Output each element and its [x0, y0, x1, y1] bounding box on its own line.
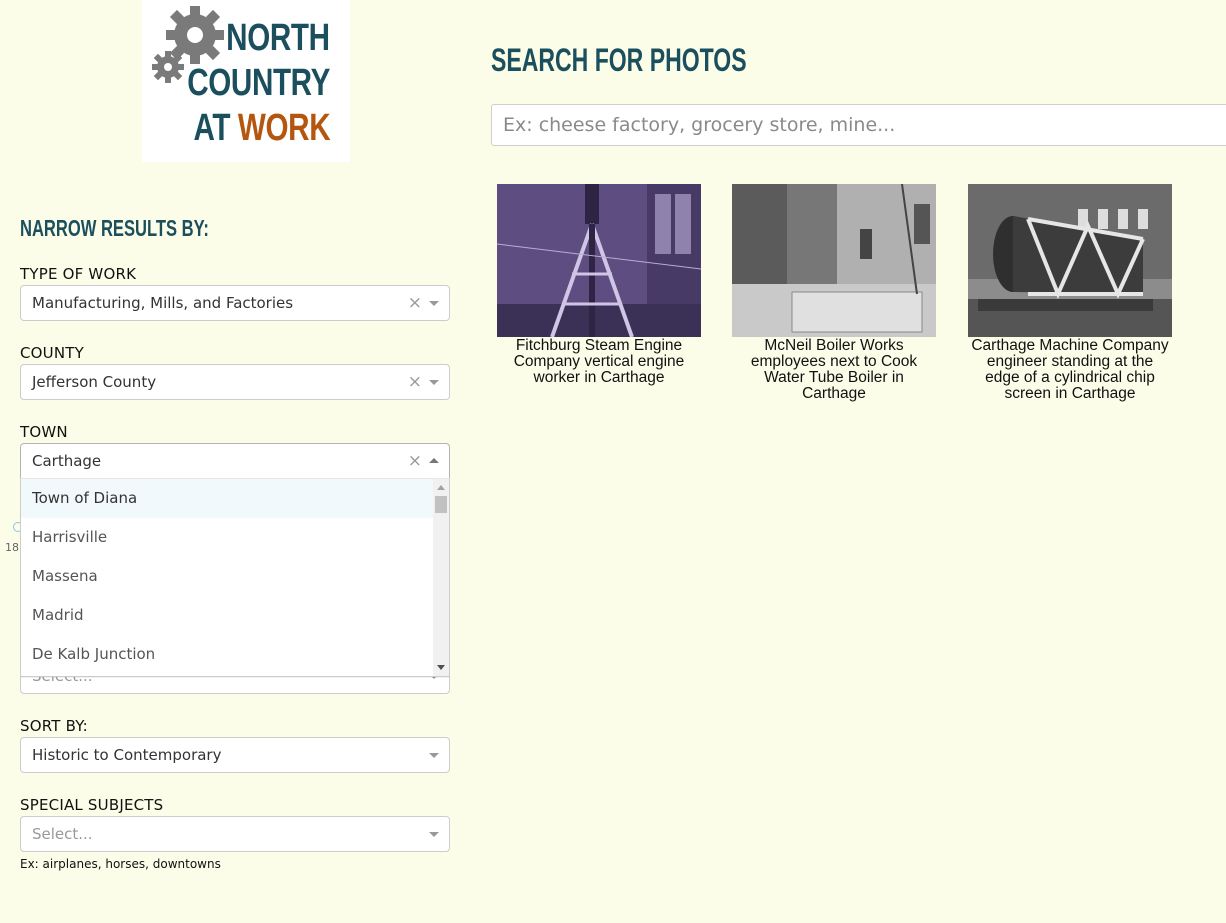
town-option[interactable]: Harrisville: [21, 518, 434, 557]
narrow-results-heading: NARROW RESULTS BY:: [20, 215, 209, 241]
sort-by-select[interactable]: Historic to Contemporary: [20, 737, 450, 773]
type-of-work-value: Manufacturing, Mills, and Factories: [32, 294, 294, 312]
result-photo[interactable]: [497, 184, 701, 337]
type-of-work-label: TYPE OF WORK: [20, 265, 137, 283]
town-dropdown-menu[interactable]: Town of Diana Harrisville Massena Madrid…: [20, 478, 450, 677]
clear-x-icon[interactable]: ×: [408, 286, 422, 320]
chevron-down-icon[interactable]: [429, 301, 439, 306]
town-label: TOWN: [20, 423, 68, 441]
logo-text-work: WORK: [237, 107, 331, 149]
slider-value-fragment: 18: [5, 541, 19, 554]
chevron-down-icon[interactable]: [429, 380, 439, 385]
chevron-down-icon[interactable]: [429, 832, 439, 837]
result-caption[interactable]: Carthage Machine Company engineer standi…: [968, 338, 1172, 402]
chevron-up-icon[interactable]: [429, 458, 439, 463]
town-option[interactable]: Town of Diana: [21, 479, 434, 518]
chevron-down-icon[interactable]: [429, 753, 439, 758]
special-subjects-hint: Ex: airplanes, horses, downtowns: [20, 857, 221, 871]
scroll-up-arrow-icon[interactable]: [437, 485, 445, 490]
town-select[interactable]: Carthage ×: [20, 443, 450, 479]
logo-text-country: COUNTRY: [187, 62, 330, 104]
logo-text-at: AT: [193, 107, 238, 149]
type-of-work-select[interactable]: Manufacturing, Mills, and Factories ×: [20, 285, 450, 321]
logo-text-north: NORTH: [226, 17, 331, 59]
result-caption[interactable]: Fitchburg Steam Engine Company vertical …: [497, 338, 701, 386]
special-subjects-placeholder: Select...: [32, 825, 93, 843]
clear-x-icon[interactable]: ×: [408, 444, 422, 478]
clear-x-icon[interactable]: ×: [408, 365, 422, 399]
sort-by-value: Historic to Contemporary: [32, 746, 222, 764]
county-value: Jefferson County: [32, 373, 157, 391]
special-subjects-select[interactable]: Select...: [20, 816, 450, 852]
town-option[interactable]: Massena: [21, 557, 434, 596]
special-subjects-label: SPECIAL SUBJECTS: [20, 796, 164, 814]
scroll-down-arrow-icon[interactable]: [437, 665, 445, 670]
county-label: COUNTY: [20, 344, 85, 362]
county-select[interactable]: Jefferson County ×: [20, 364, 450, 400]
town-option[interactable]: Madrid: [21, 596, 434, 635]
logo-text-at-work: AT WORK: [193, 106, 330, 150]
town-value: Carthage: [32, 452, 102, 470]
dropdown-scrollbar[interactable]: [433, 479, 449, 676]
sort-by-label: SORT BY:: [20, 717, 88, 735]
site-logo[interactable]: NORTH COUNTRY AT WORK: [142, 0, 350, 162]
result-card[interactable]: Carthage Machine Company engineer standi…: [968, 184, 1172, 402]
result-photo[interactable]: [968, 184, 1172, 337]
result-card[interactable]: McNeil Boiler Works employees next to Co…: [732, 184, 936, 402]
result-card[interactable]: Fitchburg Steam Engine Company vertical …: [497, 184, 701, 386]
search-input[interactable]: [491, 104, 1226, 146]
search-heading: SEARCH FOR PHOTOS: [491, 42, 747, 78]
scrollbar-thumb[interactable]: [435, 496, 447, 513]
result-caption[interactable]: McNeil Boiler Works employees next to Co…: [732, 338, 936, 402]
result-photo[interactable]: [732, 184, 936, 337]
town-option[interactable]: De Kalb Junction: [21, 635, 434, 674]
